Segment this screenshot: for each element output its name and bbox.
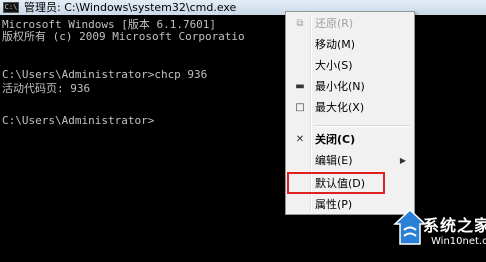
- menu-item-move[interactable]: 移动(M): [288, 36, 412, 54]
- menu-item-close[interactable]: ✕ 关闭(C): [288, 131, 412, 149]
- menu-item-size[interactable]: 大小(S): [288, 57, 412, 75]
- minimize-icon: ▬: [295, 81, 305, 92]
- watermark: 系统之家 Win10net.com: [393, 206, 486, 262]
- cmd-icon[interactable]: C:\: [3, 2, 19, 13]
- house-logo-icon: [393, 208, 427, 245]
- menu-item-label: 属性(P): [315, 198, 353, 211]
- menu-item-minimize[interactable]: ▬ 最小化(N): [288, 78, 412, 96]
- menu-item-maximize[interactable]: □ 最大化(X): [288, 99, 412, 117]
- menu-item-label: 最小化(N): [315, 80, 365, 93]
- menu-item-label: 编辑(E): [315, 154, 353, 167]
- menu-item-restore[interactable]: ⧉ 还原(R): [288, 15, 412, 33]
- highlight-annotation-box: [287, 172, 385, 194]
- maximize-icon: □: [295, 102, 305, 113]
- submenu-arrow-icon: ▶: [399, 156, 406, 165]
- menu-item-label: 还原(R): [315, 17, 354, 30]
- console-line: C:\Users\Administrator>chcp 936: [2, 68, 208, 81]
- close-icon: ✕: [295, 134, 305, 145]
- restore-icon: ⧉: [296, 18, 304, 29]
- console-line: C:\Users\Administrator>: [2, 114, 155, 127]
- menu-item-label: 移动(M): [315, 38, 356, 51]
- watermark-name: 系统之家: [423, 216, 486, 235]
- watermark-url: Win10net.com: [431, 236, 486, 247]
- menu-separator: [314, 125, 410, 127]
- console-line: 活动代码页: 936: [2, 82, 91, 95]
- console-line: 版权所有 (c) 2009 Microsoft Corporatio: [2, 30, 245, 43]
- window-title: 管理员: C:\Windows\system32\cmd.exe: [24, 1, 237, 14]
- menu-item-label: 最大化(X): [315, 101, 365, 114]
- menu-item-edit[interactable]: 编辑(E) ▶: [288, 152, 412, 170]
- menu-item-label: 关闭(C): [315, 133, 356, 146]
- menu-item-label: 大小(S): [315, 59, 353, 72]
